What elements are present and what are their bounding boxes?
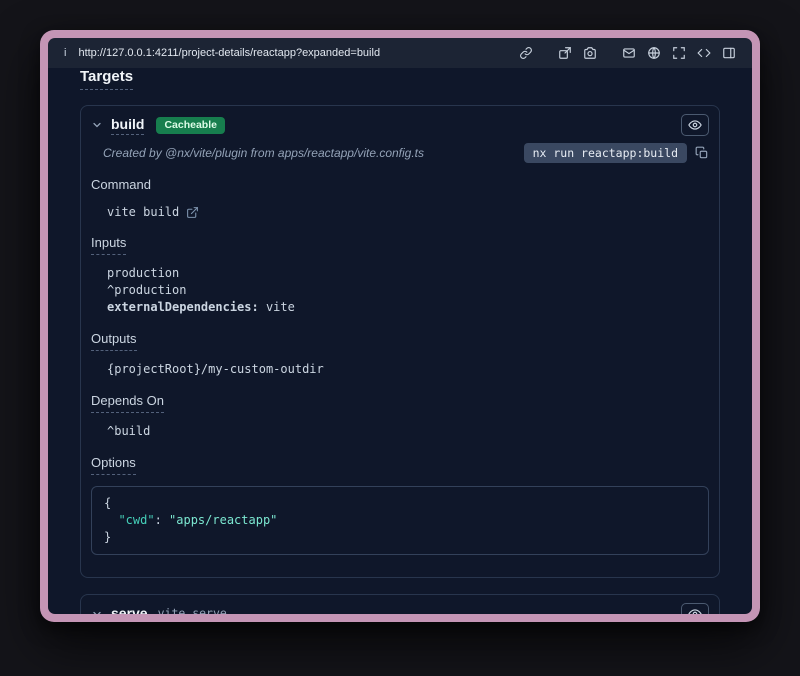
copy-icon[interactable] bbox=[695, 146, 709, 160]
chevron-down-icon[interactable] bbox=[91, 608, 103, 614]
chevron-down-icon[interactable] bbox=[91, 119, 103, 131]
inputs-section: Inputs production ^production externalDe… bbox=[91, 234, 709, 315]
inputs-values: production ^production externalDependenc… bbox=[107, 266, 709, 315]
browser-window: i http://127.0.0.1:4211/project-details/… bbox=[40, 30, 760, 622]
build-meta-row: Created by @nx/vite/plugin from apps/rea… bbox=[81, 136, 719, 164]
options-section: Options { "cwd": "apps/reactapp" } bbox=[91, 454, 709, 555]
sidebar-icon[interactable] bbox=[722, 46, 736, 60]
json-line: } bbox=[104, 529, 696, 546]
info-glyph: i bbox=[64, 47, 66, 59]
output-item: {projectRoot}/my-custom-outdir bbox=[107, 362, 709, 377]
url-text[interactable]: http://127.0.0.1:4211/project-details/re… bbox=[78, 47, 380, 59]
command-value: vite build bbox=[107, 205, 179, 219]
browser-toolbar: i http://127.0.0.1:4211/project-details/… bbox=[48, 38, 752, 68]
globe-icon[interactable] bbox=[647, 46, 661, 60]
code-icon[interactable] bbox=[697, 46, 711, 60]
command-label: Command bbox=[91, 177, 151, 192]
build-card-header[interactable]: build Cacheable bbox=[81, 106, 719, 136]
build-target-name[interactable]: build bbox=[111, 116, 144, 135]
targets-heading-row: Targets bbox=[80, 68, 720, 90]
external-link-icon[interactable] bbox=[186, 206, 199, 219]
run-command-chip[interactable]: nx run reactapp:build bbox=[524, 143, 687, 163]
options-json-block: { "cwd": "apps/reactapp" } bbox=[91, 486, 709, 555]
inputs-label: Inputs bbox=[91, 235, 126, 255]
link-icon[interactable] bbox=[519, 46, 533, 60]
outputs-label: Outputs bbox=[91, 331, 137, 351]
mail-icon[interactable] bbox=[622, 46, 636, 60]
serve-target-name[interactable]: serve bbox=[111, 605, 148, 615]
json-string-value: "apps/reactapp" bbox=[169, 513, 277, 527]
serve-card-header[interactable]: serve vite serve bbox=[81, 595, 719, 614]
outputs-section: Outputs {projectRoot}/my-custom-outdir bbox=[91, 330, 709, 377]
json-close-brace: } bbox=[104, 530, 111, 544]
json-open-brace: { bbox=[104, 496, 111, 510]
serve-target-subtitle: vite serve bbox=[158, 606, 227, 614]
input-key: externalDependencies: bbox=[107, 300, 259, 314]
share-icon[interactable] bbox=[558, 46, 572, 60]
input-item: production bbox=[107, 266, 709, 281]
json-line: "cwd": "apps/reactapp" bbox=[104, 512, 696, 529]
build-view-button[interactable] bbox=[681, 114, 709, 136]
eye-icon bbox=[688, 607, 702, 614]
created-by-text: Created by @nx/vite/plugin from apps/rea… bbox=[103, 146, 424, 160]
desktop: { "browser": { "info": "i", "url": "http… bbox=[0, 0, 800, 676]
outputs-values: {projectRoot}/my-custom-outdir bbox=[107, 362, 709, 377]
command-value-row: vite build bbox=[107, 205, 709, 219]
depends-on-values: ^build bbox=[107, 424, 709, 439]
depends-on-label: Depends On bbox=[91, 393, 164, 413]
json-key: "cwd" bbox=[118, 513, 154, 527]
build-target-card: build Cacheable Created by @nx/vite/plug… bbox=[80, 105, 720, 578]
input-item: ^production bbox=[107, 283, 709, 298]
build-card-body: Command vite build Inputs production ^pr… bbox=[81, 164, 719, 577]
camera-icon[interactable] bbox=[583, 46, 597, 60]
eye-icon bbox=[688, 118, 702, 132]
depends-on-item: ^build bbox=[107, 424, 709, 439]
fullscreen-icon[interactable] bbox=[672, 46, 686, 60]
json-line: { bbox=[104, 495, 696, 512]
json-separator: : bbox=[155, 513, 169, 527]
depends-on-section: Depends On ^build bbox=[91, 392, 709, 439]
command-section: Command vite build bbox=[91, 176, 709, 219]
serve-target-card: serve vite serve bbox=[80, 594, 720, 614]
json-indent bbox=[104, 513, 118, 527]
input-value: vite bbox=[259, 300, 295, 314]
toolbar-icons bbox=[519, 46, 736, 60]
input-item: externalDependencies: vite bbox=[107, 300, 709, 315]
cacheable-badge: Cacheable bbox=[156, 117, 225, 134]
serve-view-button[interactable] bbox=[681, 603, 709, 614]
targets-heading: Targets bbox=[80, 68, 133, 90]
options-label: Options bbox=[91, 455, 136, 475]
project-details-page: Targets build Cacheable Created by @nx/v… bbox=[48, 68, 752, 614]
